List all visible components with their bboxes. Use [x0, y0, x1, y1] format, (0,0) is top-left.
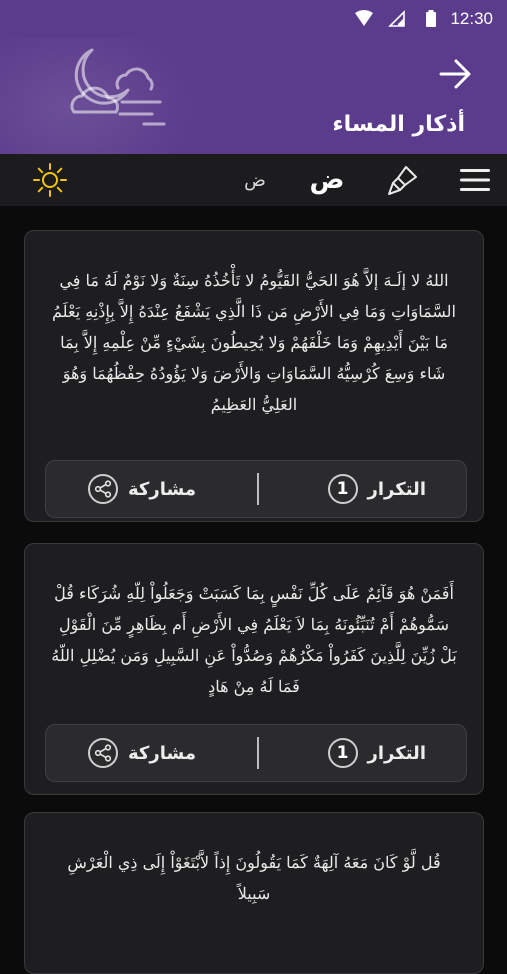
status-bar: 12:30: [0, 0, 507, 38]
decrease-font-button[interactable]: ض: [235, 154, 275, 206]
dhikr-card: قُل لَّوْ كَانَ مَعَهُ آلِهَةٌ كَمَا يَق…: [24, 812, 484, 974]
repeat-counter-button[interactable]: التكرار 1: [327, 472, 426, 506]
toolbar: ض ض: [0, 154, 507, 206]
arrow-right-icon[interactable]: [437, 56, 473, 92]
dhikr-card: أَفَمَنْ هُوَ قَآئِمٌ عَلَى كُلِّ نَفْسٍ…: [24, 543, 484, 795]
battery-icon: [426, 10, 436, 27]
repeat-count: 1: [327, 474, 358, 504]
repeat-counter-button[interactable]: التكرار 1: [327, 736, 426, 770]
share-icon: [88, 474, 118, 504]
increase-font-button[interactable]: ض: [307, 154, 347, 206]
theme-toggle-button[interactable]: [30, 154, 70, 206]
card-actions: التكرار 1 مشاركة: [45, 724, 467, 782]
share-button[interactable]: مشاركة: [88, 736, 196, 770]
share-icon: [88, 738, 118, 768]
menu-button[interactable]: [457, 154, 493, 206]
color-picker-button[interactable]: [383, 154, 423, 206]
sun-icon: [33, 163, 67, 197]
dhikr-text: أَفَمَنْ هُوَ قَآئِمٌ عَلَى كُلِّ نَفْسٍ…: [51, 584, 457, 696]
actions-divider: [257, 737, 259, 769]
wifi-icon: [355, 10, 373, 26]
app-header: أذكار المساء: [0, 38, 507, 154]
paint-brush-icon: [388, 166, 417, 195]
repeat-label: التكرار: [367, 742, 426, 764]
share-label: مشاركة: [128, 478, 196, 500]
share-label: مشاركة: [128, 742, 196, 764]
share-button[interactable]: مشاركة: [88, 472, 196, 506]
dhikr-card: اللهُ لا إلَـهَ إلاَّ هُوَ الحَيُّ القَي…: [24, 230, 484, 522]
hamburger-menu-icon: [460, 169, 490, 191]
cell-signal-icon: [388, 10, 405, 27]
moon-clouds-icon: [70, 48, 166, 126]
card-actions: التكرار 1 مشاركة: [45, 460, 467, 518]
repeat-count: 1: [327, 738, 358, 768]
actions-divider: [257, 473, 259, 505]
dhikr-text: قُل لَّوْ كَانَ مَعَهُ آلِهَةٌ كَمَا يَق…: [67, 853, 441, 903]
status-time: 12:30: [450, 9, 493, 28]
page-title: أذكار المساء: [332, 112, 465, 137]
repeat-label: التكرار: [367, 478, 426, 500]
dhikr-text: اللهُ لا إلَـهَ إلاَّ هُوَ الحَيُّ القَي…: [52, 271, 456, 414]
